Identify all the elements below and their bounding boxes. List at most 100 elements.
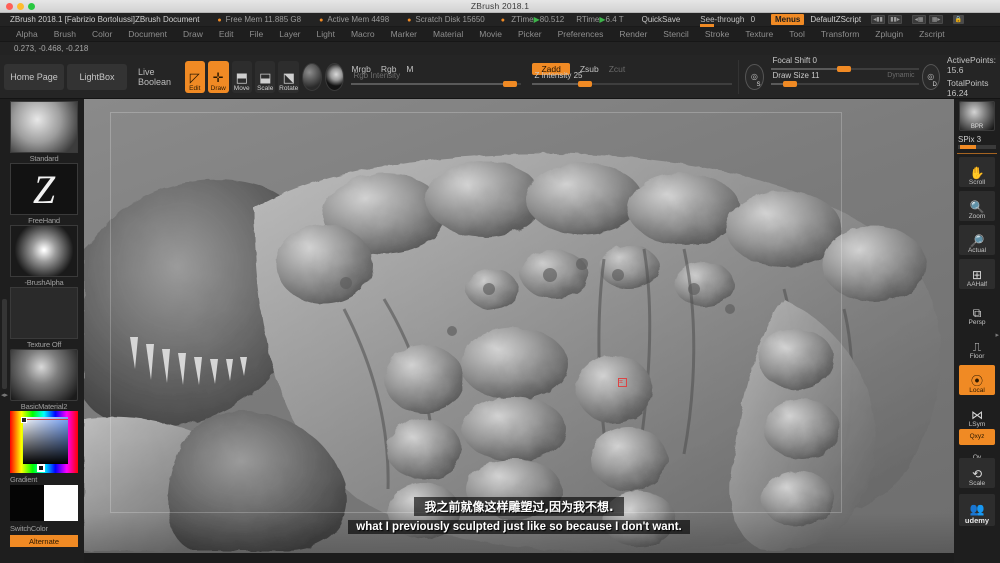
menu-item-brush[interactable]: Brush (46, 29, 84, 39)
menu-item-edit[interactable]: Edit (211, 29, 242, 39)
statusbar-layer-group[interactable]: ◂▦ ▦▸ (912, 15, 944, 24)
stroke-selector[interactable]: Z FreeHand (10, 163, 78, 225)
rotate-mode-button[interactable]: ⬔ Rotate (278, 60, 299, 93)
slider-knob[interactable] (503, 81, 518, 87)
floor-grid-button[interactable]: ⎍ Floor (959, 331, 995, 361)
left-shelf-scrollbar[interactable] (2, 299, 7, 389)
m-button[interactable]: M (406, 64, 413, 74)
slider-knob[interactable] (782, 81, 797, 87)
menu-item-draw[interactable]: Draw (175, 29, 211, 39)
left-shelf-collapse-arrow[interactable]: ◂▸ (1, 391, 8, 399)
menu-item-marker[interactable]: Marker (383, 29, 425, 39)
layer-prev-icon[interactable]: ◂▦ (912, 15, 927, 24)
slider-fill (532, 83, 585, 85)
menu-item-light[interactable]: Light (309, 29, 343, 39)
menu-item-document[interactable]: Document (120, 29, 175, 39)
lock-icon[interactable]: 🔒 (953, 15, 965, 24)
alpha-selector[interactable]: -BrushAlpha (10, 225, 78, 287)
actual-label: Actual (967, 247, 987, 254)
next-nav-icon[interactable]: ▮▮▸ (888, 15, 903, 24)
slider-knob[interactable] (836, 66, 851, 72)
draw-size-slider[interactable]: Draw Size 11 Dynamic (770, 71, 919, 89)
menu-item-movie[interactable]: Movie (471, 29, 510, 39)
zcut-button[interactable]: Zcut (609, 64, 626, 74)
texture-thumbnail[interactable] (10, 287, 78, 339)
spix-track[interactable] (958, 145, 996, 149)
lightbox-button[interactable]: LightBox (67, 63, 127, 90)
home-page-button[interactable]: Home Page (4, 63, 64, 90)
material-thumbnail[interactable] (10, 349, 78, 401)
z-intensity-slider[interactable]: Z Intensity 25 (532, 71, 733, 89)
actual-size-button[interactable]: 🔎 Actual (959, 225, 995, 255)
quicksave-button[interactable]: QuickSave (642, 15, 681, 24)
menu-bar[interactable]: Alpha Brush Color Document Draw Edit Fil… (0, 27, 1000, 42)
navigate-s-icon[interactable]: ◎ S (745, 63, 764, 90)
scroll-button[interactable]: ✋ Scroll (959, 157, 995, 187)
menu-item-picker[interactable]: Picker (510, 29, 550, 39)
rgb-intensity-slider[interactable]: Rgb Intensity (351, 71, 522, 89)
scale-mode-button[interactable]: ⬓ Scale (254, 60, 276, 93)
menu-item-material[interactable]: Material (425, 29, 471, 39)
statusbar-icon-group[interactable]: ◂▮▮ ▮▮▸ (871, 15, 903, 24)
menu-item-file[interactable]: File (242, 29, 272, 39)
menu-item-stroke[interactable]: Stroke (697, 29, 738, 39)
alpha-ring-icon[interactable] (301, 62, 322, 91)
menu-item-color[interactable]: Color (84, 29, 120, 39)
zsub-button[interactable]: Zsub (580, 64, 599, 74)
menu-item-alpha[interactable]: Alpha (8, 29, 46, 39)
color-picker[interactable] (10, 411, 78, 473)
alternate-button[interactable]: Alternate (10, 535, 78, 547)
texture-label: Texture Off (10, 340, 78, 349)
see-through-slider[interactable]: See-through 0 (700, 15, 755, 27)
menu-item-tool[interactable]: Tool (781, 29, 813, 39)
stroke-thumbnail[interactable]: Z (10, 163, 78, 215)
alpha-thumbnail[interactable] (10, 225, 78, 277)
menu-item-preferences[interactable]: Preferences (550, 29, 612, 39)
prev-nav-icon[interactable]: ◂▮▮ (871, 15, 886, 24)
local-symmetry-button[interactable]: ⋈ LSym (959, 399, 995, 429)
material-selector[interactable]: BasicMaterial2 (10, 349, 78, 411)
udemy-watermark: 👥 udemy (959, 494, 995, 526)
spix-slider[interactable]: SPix 3 (958, 135, 996, 149)
menu-item-stencil[interactable]: Stencil (655, 29, 697, 39)
live-boolean-button[interactable]: Live Boolean (130, 67, 182, 87)
switch-color-label[interactable]: SwitchColor (10, 524, 78, 533)
default-zscript-button[interactable]: DefaultZScript (810, 15, 861, 24)
brush-selector[interactable]: Standard (10, 101, 78, 163)
layer-next-icon[interactable]: ▦▸ (929, 15, 944, 24)
sphere-material-icon[interactable] (324, 62, 345, 91)
menu-item-layer[interactable]: Layer (271, 29, 308, 39)
color-picker-marker[interactable] (21, 417, 27, 423)
menus-toggle[interactable]: Menus (771, 14, 805, 25)
gizmo-xyz-button[interactable]: Qxyz (959, 429, 995, 445)
slider-knob[interactable] (578, 81, 593, 87)
menu-item-texture[interactable]: Texture (737, 29, 781, 39)
secondary-color-swatch[interactable] (44, 485, 78, 521)
texture-selector[interactable]: Texture Off (10, 287, 78, 349)
dynamic-label[interactable]: Dynamic (887, 72, 914, 79)
local-transform-button[interactable]: ⦿ Local (959, 365, 995, 395)
move-mode-button[interactable]: ⬒ Move (231, 60, 252, 93)
bpr-render-thumbnail[interactable]: BPR (959, 101, 995, 131)
aahalf-button[interactable]: ⊞ AAHalf (959, 259, 995, 289)
color-picker-handle[interactable] (37, 464, 45, 472)
menu-item-render[interactable]: Render (611, 29, 655, 39)
primary-secondary-color[interactable] (10, 485, 78, 521)
edit-mode-button[interactable]: ◸ Edit (184, 60, 206, 93)
menu-item-transform[interactable]: Transform (813, 29, 867, 39)
menu-item-zplugin[interactable]: Zplugin (867, 29, 911, 39)
primary-color-swatch[interactable] (10, 485, 44, 521)
right-shelf-collapse-arrow[interactable]: ▸ (995, 331, 999, 339)
brush-thumbnail[interactable] (10, 101, 78, 153)
statusbar-lock-group[interactable]: 🔒 (953, 15, 965, 24)
sculpt-canvas[interactable]: ⌗ 我之前就像这样雕塑过,因为我不想. what I previously sc… (84, 99, 954, 553)
menu-item-macro[interactable]: Macro (343, 29, 383, 39)
draw-mode-button[interactable]: ✛ Draw (208, 60, 229, 93)
menu-item-zscript[interactable]: Zscript (911, 29, 953, 39)
perspective-button[interactable]: ⧉ Persp (959, 293, 995, 327)
scale-shelf-button[interactable]: ⟲ Scale (959, 458, 995, 488)
color-picker-field[interactable] (23, 417, 68, 464)
zoom-button[interactable]: 🔍 Zoom (959, 191, 995, 221)
navigate-d-icon[interactable]: ◎ D (921, 63, 940, 90)
right-shelf-bottom: ⟲ Scale 👥 udemy (954, 458, 1000, 563)
